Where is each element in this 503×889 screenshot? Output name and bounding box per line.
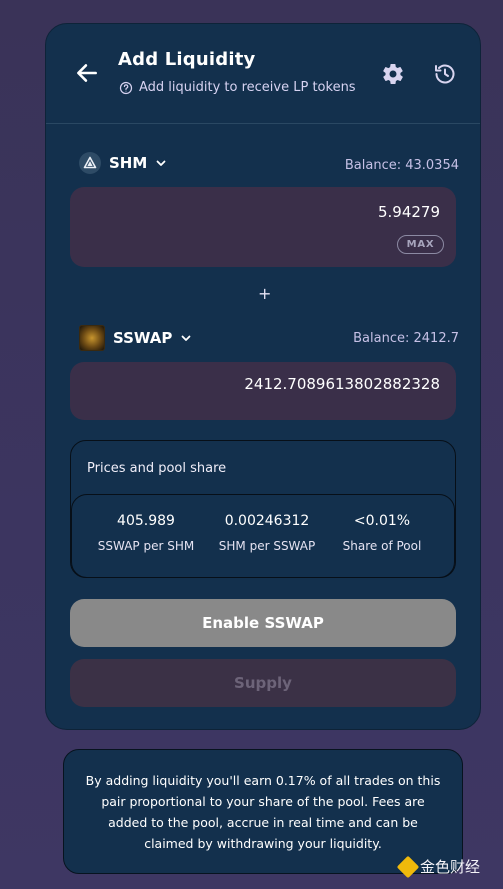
page-title: Add Liquidity	[118, 49, 256, 70]
header-divider	[46, 123, 480, 124]
stat-sswap-per-shm: 405.989 SSWAP per SHM	[94, 513, 198, 553]
gear-icon[interactable]	[381, 62, 405, 86]
question-icon	[119, 81, 133, 94]
pool-stats: 405.989 SSWAP per SHM 0.00246312 SHM per…	[71, 494, 455, 578]
shm-token-logo	[79, 152, 101, 174]
token-b-amount[interactable]: 2412.7089613802882328	[244, 375, 440, 393]
token-b-balance: Balance: 2412.7	[353, 331, 459, 346]
shm-logo-icon	[83, 156, 97, 169]
chevron-down-icon	[182, 335, 191, 341]
add-liquidity-card: Add Liquidity Add liquidity to receive L…	[45, 23, 481, 730]
sswap-token-logo	[79, 325, 105, 351]
max-button[interactable]: MAX	[397, 235, 444, 254]
plus-sign: +	[258, 284, 272, 303]
token-a-amount[interactable]: 5.94279	[378, 203, 440, 221]
stat-label: Share of Pool	[342, 539, 422, 553]
watermark: 金色财经	[396, 855, 481, 878]
chevron-down-icon	[156, 160, 166, 166]
card-header: Add Liquidity Add liquidity to receive L…	[46, 24, 480, 124]
stat-value: 0.00246312	[224, 513, 310, 529]
token-b-selector[interactable]: SSWAP	[79, 325, 192, 351]
stat-share-of-pool: <0.01% Share of Pool	[334, 513, 430, 553]
token-b-amount-field[interactable]: 2412.7089613802882328	[70, 362, 456, 420]
token-a-symbol: SHM	[109, 154, 148, 172]
token-a-amount-field[interactable]: 5.94279 MAX	[70, 187, 456, 267]
enable-sswap-button[interactable]: Enable SSWAP	[70, 599, 456, 647]
stat-shm-per-sswap: 0.00246312 SHM per SSWAP	[215, 513, 319, 553]
pool-share-title: Prices and pool share	[87, 461, 227, 476]
token-a-balance: Balance: 43.0354	[344, 158, 459, 173]
subtitle-text: Add liquidity to receive LP tokens	[139, 80, 356, 95]
watermark-logo-icon	[396, 855, 420, 878]
token-b-symbol: SSWAP	[113, 329, 173, 347]
prices-pool-share-panel: Prices and pool share 405.989 SSWAP per …	[70, 440, 456, 578]
token-a-selector[interactable]: SHM	[79, 152, 167, 174]
token-b-row: SSWAP Balance: 2412.7	[79, 325, 459, 353]
page-subtitle: Add liquidity to receive LP tokens	[119, 80, 356, 95]
stat-label: SSWAP per SHM	[97, 539, 195, 553]
stat-value: 405.989	[117, 513, 175, 529]
history-icon[interactable]	[433, 62, 457, 86]
liquidity-info-text: By adding liquidity you'll earn 0.17% of…	[85, 772, 441, 851]
stat-value: <0.01%	[353, 513, 411, 529]
supply-button[interactable]: Supply	[70, 659, 456, 707]
back-arrow-icon[interactable]	[74, 60, 100, 86]
token-a-row: SHM Balance: 43.0354	[79, 152, 459, 180]
watermark-text: 金色财经	[420, 858, 481, 876]
stat-label: SHM per SSWAP	[218, 539, 316, 553]
